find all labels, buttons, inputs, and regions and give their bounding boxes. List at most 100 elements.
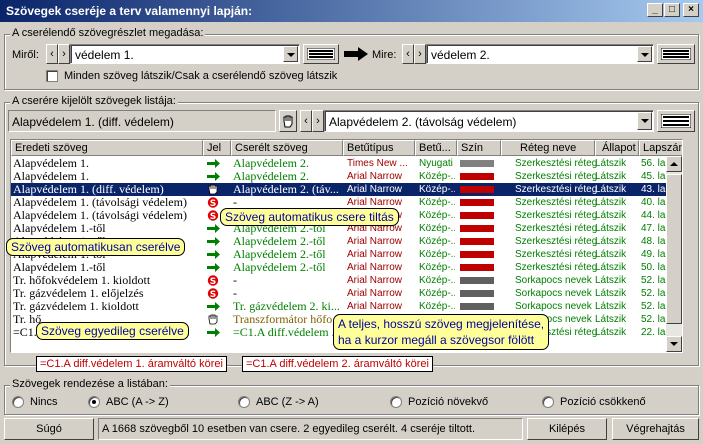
col-header-sign[interactable]: Jel xyxy=(203,140,231,156)
replacement-keyboard-button[interactable] xyxy=(657,110,695,132)
col-header-page[interactable]: Lapszám xyxy=(639,140,682,156)
color-swatch xyxy=(460,264,494,271)
selected-original-field: Alapvédelem 1. (diff. védelem) xyxy=(8,110,276,132)
arrow-right-icon xyxy=(207,328,220,337)
maximize-button[interactable]: □ xyxy=(664,3,680,17)
keyboard-icon xyxy=(307,48,335,60)
cell-state: Látszik xyxy=(595,210,627,221)
show-all-checkbox-label: Minden szöveg látszik/Csak a cserélendő … xyxy=(64,70,338,82)
col-header-color[interactable]: Szín xyxy=(457,140,501,156)
cell-original: Alapvédelem 1. (távolsági védelem) xyxy=(13,196,187,209)
col-header-original[interactable]: Eredeti szöveg xyxy=(11,140,203,156)
help-button[interactable]: Súgó xyxy=(4,418,94,440)
sort-option-label: Pozíció növekvő xyxy=(408,396,489,408)
col-header-state[interactable]: Állapot xyxy=(595,140,639,156)
col-header-style[interactable]: Betű... xyxy=(415,140,457,156)
manual-edit-button[interactable] xyxy=(279,110,297,132)
cell-original: Tr. gázvédelem 1. kioldott xyxy=(13,300,139,313)
cell-style: Közép-... xyxy=(419,210,455,221)
keyboard-icon xyxy=(661,48,691,60)
cell-layer: Szerkesztési réteg xyxy=(515,262,598,273)
cell-layer: Sorkapocs nevek xyxy=(515,301,592,312)
minimize-button[interactable]: _ xyxy=(647,3,663,17)
col-header-layer[interactable]: Réteg neve xyxy=(501,140,595,156)
table-header: Eredeti szöveg Jel Cserélt szöveg Betűtí… xyxy=(11,140,682,156)
callout-auto-replaced: Szöveg automatikusan cserélve xyxy=(6,238,186,256)
arrow-right-icon xyxy=(344,47,368,61)
cell-original: Alapvédelem 1.-től xyxy=(13,261,106,274)
cell-replaced: - xyxy=(233,287,237,300)
cell-layer: Szerkesztési réteg xyxy=(515,236,598,247)
arrow-right-icon xyxy=(207,263,220,272)
execute-button[interactable]: Végrehajtás xyxy=(612,418,699,440)
cell-font: Arial Narrow xyxy=(347,171,403,182)
close-button[interactable]: × xyxy=(683,3,699,17)
cell-style: Közép-... xyxy=(419,171,455,182)
to-prev-button[interactable]: ‹ xyxy=(402,44,414,64)
chevron-down-icon[interactable] xyxy=(637,112,652,130)
radio-indicator[interactable] xyxy=(390,396,402,408)
cell-layer: Szerkesztési réteg xyxy=(515,184,598,195)
cell-original: Alapvédelem 1. (távolsági védelem) xyxy=(13,209,187,222)
hand-icon xyxy=(208,184,218,195)
sort-option-label: Nincs xyxy=(30,396,58,408)
table-row[interactable]: Tr. hőfokvédelem 1. kioldott S - Arial Narr… xyxy=(11,274,677,287)
table-row[interactable]: Tr. gázvédelem 1. kioldott Tr. gázvédelem… xyxy=(11,300,677,313)
scroll-down-button[interactable] xyxy=(666,336,682,352)
cell-state: Látszik xyxy=(595,184,627,195)
table-row[interactable]: Alapvédelem 1. (diff. védelem) Alapvédele… xyxy=(11,183,677,196)
cell-replaced: Tr. gázvédelem 2. ki... xyxy=(233,300,340,313)
cell-state: Látszik xyxy=(595,327,627,338)
cell-font: Arial Narrow xyxy=(347,184,403,195)
cell-original: Alapvédelem 1.-től xyxy=(13,222,106,235)
cell-layer: Sorkapocs nevek xyxy=(515,275,592,286)
radio-indicator[interactable] xyxy=(12,396,24,408)
cell-layer: Szerkesztési réteg xyxy=(515,158,598,169)
show-all-checkbox[interactable] xyxy=(46,70,58,82)
from-prev-button[interactable]: ‹ xyxy=(46,44,58,64)
list-next-button[interactable]: › xyxy=(312,110,324,132)
chevron-up-icon xyxy=(670,162,678,166)
exit-button[interactable]: Kilépés xyxy=(527,418,607,440)
color-swatch xyxy=(460,160,494,167)
radio-indicator[interactable] xyxy=(88,396,100,408)
col-header-replaced[interactable]: Cserélt szöveg xyxy=(231,140,343,156)
chevron-down-icon[interactable] xyxy=(637,46,652,62)
scroll-up-button[interactable] xyxy=(666,156,682,172)
tooltip-replaced-text: =C1.A diff.védelem 2. áramváltó körei xyxy=(242,356,433,372)
cell-layer: Sorkapocs nevek xyxy=(515,288,592,299)
cell-font: Arial Narrow xyxy=(347,249,403,260)
callout-individual: Szöveg egyedileg cserélve xyxy=(36,322,189,340)
radio-indicator[interactable] xyxy=(542,396,554,408)
cell-state: Látszik xyxy=(595,262,627,273)
col-header-font[interactable]: Betűtípus xyxy=(343,140,415,156)
to-next-button[interactable]: › xyxy=(414,44,426,64)
title-bar: Szövegek cseréje a terv valamennyi lapjá… xyxy=(0,0,703,22)
table-row[interactable]: Alapvédelem 1.-től Alapvédelem 2.-től Aria… xyxy=(11,261,677,274)
cell-style: Nyugati xyxy=(419,158,453,169)
table-row[interactable]: Alapvédelem 1. Alapvédelem 2. Times New ..… xyxy=(11,157,677,170)
scroll-thumb[interactable] xyxy=(666,174,682,324)
table-row[interactable]: Alapvédelem 1. Alapvédelem 2. Arial Narrow… xyxy=(11,170,677,183)
color-swatch xyxy=(460,251,494,258)
vertical-scrollbar[interactable] xyxy=(666,156,682,352)
list-prev-button[interactable]: ‹ xyxy=(300,110,312,132)
replacement-combo[interactable]: Alapvédelem 2. (távolság védelem) xyxy=(324,110,654,132)
radio-indicator[interactable] xyxy=(238,396,250,408)
svg-text:S: S xyxy=(210,199,216,208)
svg-text:S: S xyxy=(210,212,216,221)
from-combo[interactable]: védelem 1. xyxy=(70,44,300,64)
cell-replaced: =C1.A diff.védelem ... xyxy=(233,326,341,339)
to-keyboard-button[interactable] xyxy=(657,44,695,64)
table-row[interactable]: Tr. gázvédelem 1. előjelzés S - Arial Narro… xyxy=(11,287,677,300)
cell-style: Közép-... xyxy=(419,236,455,247)
from-keyboard-button[interactable] xyxy=(303,44,339,64)
color-swatch xyxy=(460,186,494,193)
to-combo[interactable]: védelem 2. xyxy=(426,44,654,64)
from-next-button[interactable]: › xyxy=(58,44,70,64)
chevron-down-icon[interactable] xyxy=(283,46,298,62)
cell-state: Látszik xyxy=(595,314,627,325)
to-value: védelem 2. xyxy=(431,48,490,62)
callout-full-text-line2: ha a kurzor megáll a szövegsor fölött xyxy=(338,333,535,347)
color-swatch xyxy=(460,290,494,297)
